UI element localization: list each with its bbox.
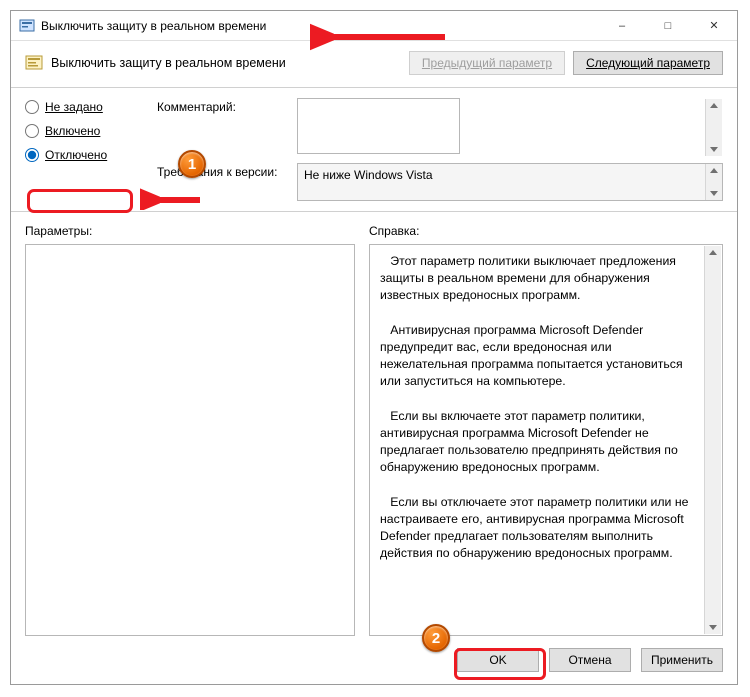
requirements-label: Требования к версии: bbox=[157, 163, 287, 201]
minimize-button[interactable]: – bbox=[599, 11, 645, 41]
state-radio-group: Не задано Включено Отключено bbox=[25, 98, 143, 201]
radio-enabled-input[interactable] bbox=[25, 124, 39, 138]
help-text: Этот параметр политики выключает предлож… bbox=[370, 245, 722, 571]
radio-not-configured-label: Не задано bbox=[45, 100, 103, 114]
cancel-button[interactable]: Отмена bbox=[549, 648, 631, 672]
annotation-highlight-radio bbox=[27, 189, 133, 213]
options-label: Параметры: bbox=[25, 224, 355, 238]
annotation-highlight-ok bbox=[454, 648, 546, 680]
help-panel: Этот параметр политики выключает предлож… bbox=[369, 244, 723, 636]
scrollbar-icon[interactable] bbox=[705, 164, 722, 200]
radio-disabled[interactable]: Отключено bbox=[25, 148, 143, 162]
main-panels: Параметры: Справка: Этот параметр полити… bbox=[11, 214, 737, 636]
help-label: Справка: bbox=[369, 224, 723, 238]
policy-editor-window: Выключить защиту в реальном времени – □ … bbox=[10, 10, 738, 685]
maximize-button[interactable]: □ bbox=[645, 11, 691, 41]
config-area: Не задано Включено Отключено Комментарий… bbox=[11, 90, 737, 201]
radio-disabled-label: Отключено bbox=[45, 148, 107, 162]
comment-textarea[interactable] bbox=[297, 98, 460, 154]
radio-enabled[interactable]: Включено bbox=[25, 124, 143, 138]
scrollbar-icon[interactable] bbox=[705, 99, 722, 156]
comment-label: Комментарий: bbox=[157, 98, 287, 157]
radio-not-configured-input[interactable] bbox=[25, 100, 39, 114]
policy-icon bbox=[19, 18, 35, 34]
dialog-buttons: OK Отмена Применить bbox=[11, 636, 737, 684]
apply-button[interactable]: Применить bbox=[641, 648, 723, 672]
titlebar: Выключить защиту в реальном времени – □ … bbox=[11, 11, 737, 41]
previous-setting-button[interactable]: Предыдущий параметр bbox=[409, 51, 565, 75]
radio-disabled-input[interactable] bbox=[25, 148, 39, 162]
radio-not-configured[interactable]: Не задано bbox=[25, 100, 143, 114]
policy-header-icon bbox=[25, 54, 43, 72]
policy-header: Выключить защиту в реальном времени Пред… bbox=[11, 41, 737, 85]
divider bbox=[11, 87, 737, 88]
annotation-badge-2: 2 bbox=[422, 624, 450, 652]
annotation-badge-1: 1 bbox=[178, 150, 206, 178]
requirements-box: Не ниже Windows Vista bbox=[297, 163, 723, 201]
options-panel bbox=[25, 244, 355, 636]
scrollbar-icon[interactable] bbox=[704, 246, 721, 634]
close-button[interactable]: ✕ bbox=[691, 11, 737, 41]
window-title: Выключить защиту в реальном времени bbox=[41, 19, 266, 33]
next-setting-button[interactable]: Следующий параметр bbox=[573, 51, 723, 75]
radio-enabled-label: Включено bbox=[45, 124, 100, 138]
policy-name: Выключить защиту в реальном времени bbox=[51, 56, 401, 70]
